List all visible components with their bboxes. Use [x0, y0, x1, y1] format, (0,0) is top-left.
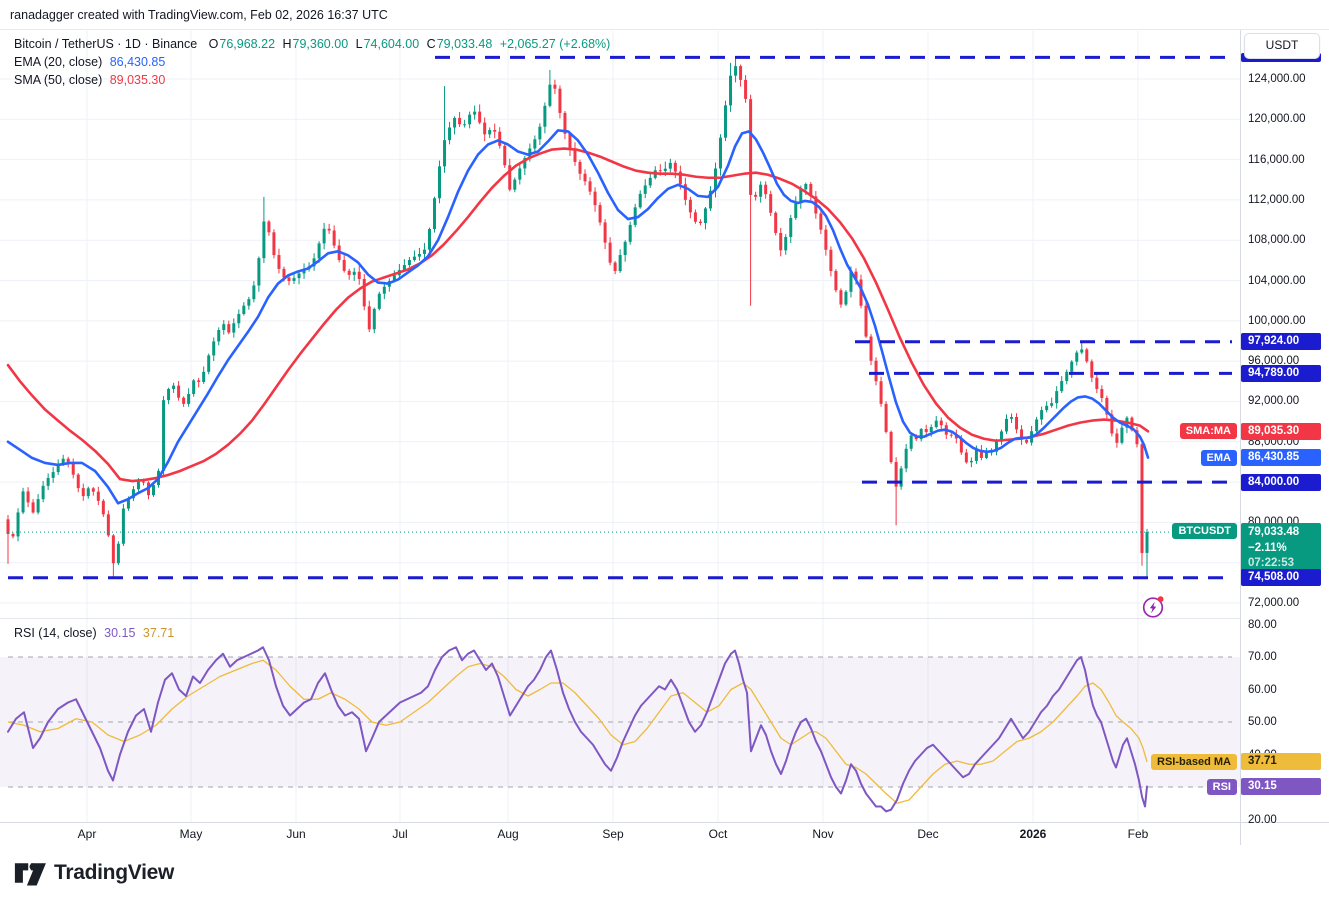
currency-toggle-button[interactable]: USDT: [1244, 33, 1320, 59]
price-axis-label: 92,000.00: [1248, 395, 1299, 407]
time-axis-label-apr: Apr: [78, 827, 97, 841]
time-axis-label-2026: 2026: [1020, 827, 1047, 841]
rsi-value-tag-side-label: RSI: [1207, 779, 1237, 795]
time-axis-label-nov: Nov: [812, 827, 833, 841]
level-97924-tag: 97,924.00: [1241, 333, 1321, 350]
ema-legend-row[interactable]: EMA (20, close) 86,430.85: [14, 55, 169, 69]
ema-label: EMA (20, close): [14, 55, 102, 69]
time-axis-label-may: May: [180, 827, 203, 841]
sma-value-tag: 89,035.30: [1241, 423, 1321, 440]
rsi-label: RSI (14, close): [14, 626, 97, 640]
price-axis-label: 120,000.00: [1248, 113, 1306, 125]
time-axis-label-feb: Feb: [1128, 827, 1149, 841]
last-price-tag-line: −2.11%: [1248, 541, 1321, 557]
change-value: +2,065.27 (+2.68%): [500, 37, 611, 51]
time-axis-separator: [0, 822, 1329, 823]
rsi-axis-label: 80.00: [1248, 619, 1277, 631]
last-price-tag-line: 79,033.48: [1248, 525, 1321, 541]
level-84000-tag: 84,000.00: [1241, 474, 1321, 491]
price-axis-label: 124,000.00: [1248, 73, 1306, 85]
ema-20-line: [8, 130, 1148, 503]
ohlc-open-value: 76,968.22: [219, 37, 275, 51]
price-axis-label: 104,000.00: [1248, 275, 1306, 287]
sma-value: 89,035.30: [110, 73, 166, 87]
ohlc-high-label: H: [283, 37, 292, 51]
time-axis-label-aug: Aug: [497, 827, 518, 841]
ohlc-low-value: 74,604.00: [364, 37, 420, 51]
rsi-ma-value-tag: 37.71: [1241, 753, 1321, 770]
level-94789-tag: 94,789.00: [1241, 365, 1321, 382]
price-axis-label: 72,000.00: [1248, 597, 1299, 609]
ohlc-close-label: C: [427, 37, 436, 51]
tradingview-logo-icon: [14, 860, 46, 886]
rsi-legend-row[interactable]: RSI (14, close) 30.15 37.71: [14, 626, 178, 640]
rsi-value: 30.15: [104, 626, 135, 640]
flash-agent-icon[interactable]: [1140, 594, 1166, 620]
rsi-axis-label: 60.00: [1248, 684, 1277, 696]
price-axis-label: 100,000.00: [1248, 315, 1306, 327]
ema-value-tag-side-label: EMA: [1201, 450, 1237, 466]
ohlc-close-value: 79,033.48: [437, 37, 493, 51]
rsi-axis-label: 50.00: [1248, 716, 1277, 728]
rsi-axis-label: 20.00: [1248, 814, 1277, 826]
time-axis-label-oct: Oct: [709, 827, 728, 841]
sma-label: SMA (50, close): [14, 73, 102, 87]
sma-value-tag-side-label: SMA:MA: [1180, 423, 1237, 439]
tradingview-logo[interactable]: TradingView: [14, 860, 174, 886]
chart-canvas[interactable]: [0, 0, 1329, 908]
last-price-tag: 79,033.48−2.11%07:22:53: [1241, 523, 1321, 574]
level-74508-tag: 74,508.00: [1241, 569, 1321, 586]
tradingview-logo-text: TradingView: [54, 861, 174, 885]
ohlc-low-label: L: [356, 37, 363, 51]
price-axis-label: 116,000.00: [1248, 154, 1305, 166]
symbol-title[interactable]: Bitcoin / TetherUS · 1D · Binance: [14, 37, 197, 51]
rsi-axis-label: 70.00: [1248, 651, 1277, 663]
time-axis-label-dec: Dec: [917, 827, 938, 841]
rsi-value-tag: 30.15: [1241, 778, 1321, 795]
symbol-legend-row[interactable]: Bitcoin / TetherUS · 1D · Binance O76,96…: [14, 37, 614, 51]
time-axis-label-jul: Jul: [392, 827, 407, 841]
sma-50-line: [8, 149, 1148, 482]
candlestick-series: [7, 57, 1149, 578]
pane-separator[interactable]: [0, 618, 1240, 619]
notification-dot: [1158, 596, 1164, 602]
ohlc-open-label: O: [209, 37, 219, 51]
rsi-ma-value: 37.71: [143, 626, 174, 640]
ema-value-tag: 86,430.85: [1241, 449, 1321, 466]
rsi-ma-value-tag-side-label: RSI-based MA: [1151, 754, 1237, 770]
last-price-tag-side-label: BTCUSDT: [1172, 523, 1237, 539]
price-axis-label: 108,000.00: [1248, 234, 1306, 246]
sma-legend-row[interactable]: SMA (50, close) 89,035.30: [14, 73, 169, 87]
ema-value: 86,430.85: [110, 55, 166, 69]
price-axis-label: 112,000.00: [1248, 194, 1305, 206]
time-axis-label-jun: Jun: [286, 827, 305, 841]
ohlc-high-value: 79,360.00: [293, 37, 349, 51]
tradingview-chart-screenshot: ranadagger created with TradingView.com,…: [0, 0, 1329, 908]
time-axis-label-sep: Sep: [602, 827, 623, 841]
